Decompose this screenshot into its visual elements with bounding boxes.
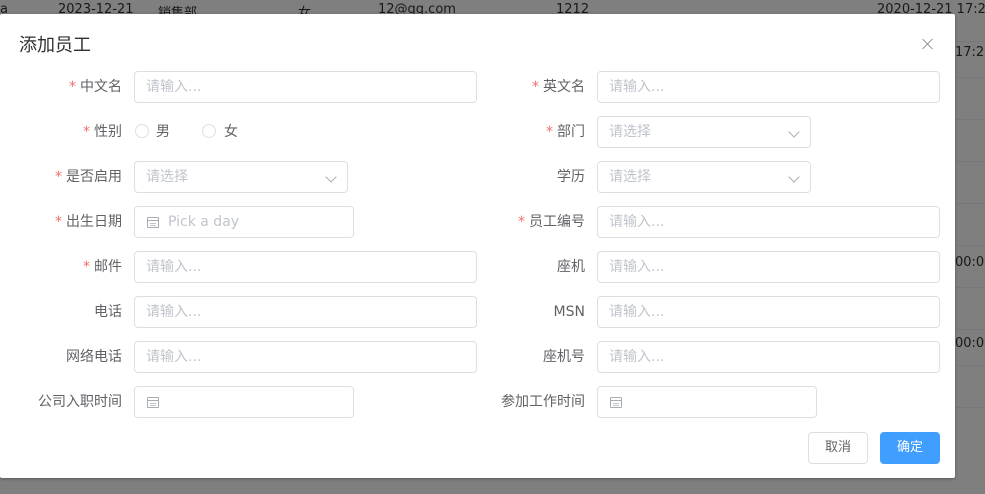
label-text: 性别 xyxy=(94,124,122,140)
department-label: * 部门 xyxy=(475,116,585,148)
employee-no-input[interactable]: 请输入... xyxy=(597,206,940,238)
required-mark: * xyxy=(83,259,90,275)
gender-radio-group: 男 女 xyxy=(134,116,254,148)
web-phone-input[interactable]: 请输入... xyxy=(134,341,477,373)
label-text: 是否启用 xyxy=(66,169,122,185)
cancel-button[interactable]: 取消 xyxy=(808,432,868,464)
gender-female-radio[interactable] xyxy=(202,124,216,138)
select-placeholder: 请选择 xyxy=(146,169,188,185)
employee-no-label: * 员工编号 xyxy=(475,206,585,238)
msn-input[interactable]: 请输入... xyxy=(597,296,940,328)
label-text: 出生日期 xyxy=(66,214,122,230)
chevron-down-icon xyxy=(788,171,800,183)
landline-label: 座机 xyxy=(557,259,585,275)
chinese-name-label: * 中文名 xyxy=(12,71,122,103)
phone-input[interactable]: 请输入... xyxy=(134,296,477,328)
gender-male-label[interactable]: 男 xyxy=(156,116,170,148)
required-mark: * xyxy=(532,79,539,95)
required-mark: * xyxy=(83,124,90,140)
calendar-icon xyxy=(147,397,159,408)
work-start-date-label: 参加工作时间 xyxy=(501,394,585,410)
phone-label: 电话 xyxy=(94,304,122,320)
select-placeholder: 请选择 xyxy=(609,169,651,185)
gender-female-label[interactable]: 女 xyxy=(224,116,238,148)
birth-date-picker[interactable]: Pick a day xyxy=(134,206,354,238)
date-placeholder: Pick a day xyxy=(168,214,240,230)
join-date-picker[interactable] xyxy=(134,386,354,418)
gender-label: * 性别 xyxy=(12,116,122,148)
label-text: 员工编号 xyxy=(529,214,585,230)
chevron-down-icon xyxy=(788,126,800,138)
landline-input[interactable]: 请输入... xyxy=(597,251,940,283)
confirm-button[interactable]: 确定 xyxy=(880,432,940,464)
birth-date-label: * 出生日期 xyxy=(12,206,122,238)
education-select[interactable]: 请选择 xyxy=(597,161,811,193)
msn-label: MSN xyxy=(553,304,585,320)
label-text: 部门 xyxy=(557,124,585,140)
required-mark: * xyxy=(55,169,62,185)
required-mark: * xyxy=(518,214,525,230)
gender-male-radio[interactable] xyxy=(135,124,149,138)
required-mark: * xyxy=(546,124,553,140)
web-phone-label: 网络电话 xyxy=(66,349,122,365)
add-employee-dialog: 添加员工 * 中文名 请输入... * 英文名 请输入... * 性别 男 女 * 部门… xyxy=(0,14,955,478)
dialog-title: 添加员工 xyxy=(19,35,91,56)
required-mark: * xyxy=(55,214,62,230)
label-text: 中文名 xyxy=(80,79,122,95)
calendar-icon xyxy=(147,217,159,228)
close-icon[interactable] xyxy=(920,36,936,52)
calendar-icon xyxy=(610,397,622,408)
enabled-select[interactable]: 请选择 xyxy=(134,161,348,193)
email-label: * 邮件 xyxy=(12,251,122,283)
landline-no-input[interactable]: 请输入... xyxy=(597,341,940,373)
work-start-date-picker[interactable] xyxy=(597,386,817,418)
required-mark: * xyxy=(69,79,76,95)
landline-no-label: 座机号 xyxy=(543,349,585,365)
chevron-down-icon xyxy=(325,171,337,183)
education-label: 学历 xyxy=(557,169,585,185)
label-text: 英文名 xyxy=(543,79,585,95)
enabled-label: * 是否启用 xyxy=(12,161,122,193)
email-input[interactable]: 请输入... xyxy=(134,251,477,283)
label-text: 邮件 xyxy=(94,259,122,275)
join-date-label: 公司入职时间 xyxy=(38,394,122,410)
chinese-name-input[interactable]: 请输入... xyxy=(134,71,477,103)
english-name-label: * 英文名 xyxy=(475,71,585,103)
english-name-input[interactable]: 请输入... xyxy=(597,71,940,103)
department-select[interactable]: 请选择 xyxy=(597,116,811,148)
select-placeholder: 请选择 xyxy=(609,124,651,140)
